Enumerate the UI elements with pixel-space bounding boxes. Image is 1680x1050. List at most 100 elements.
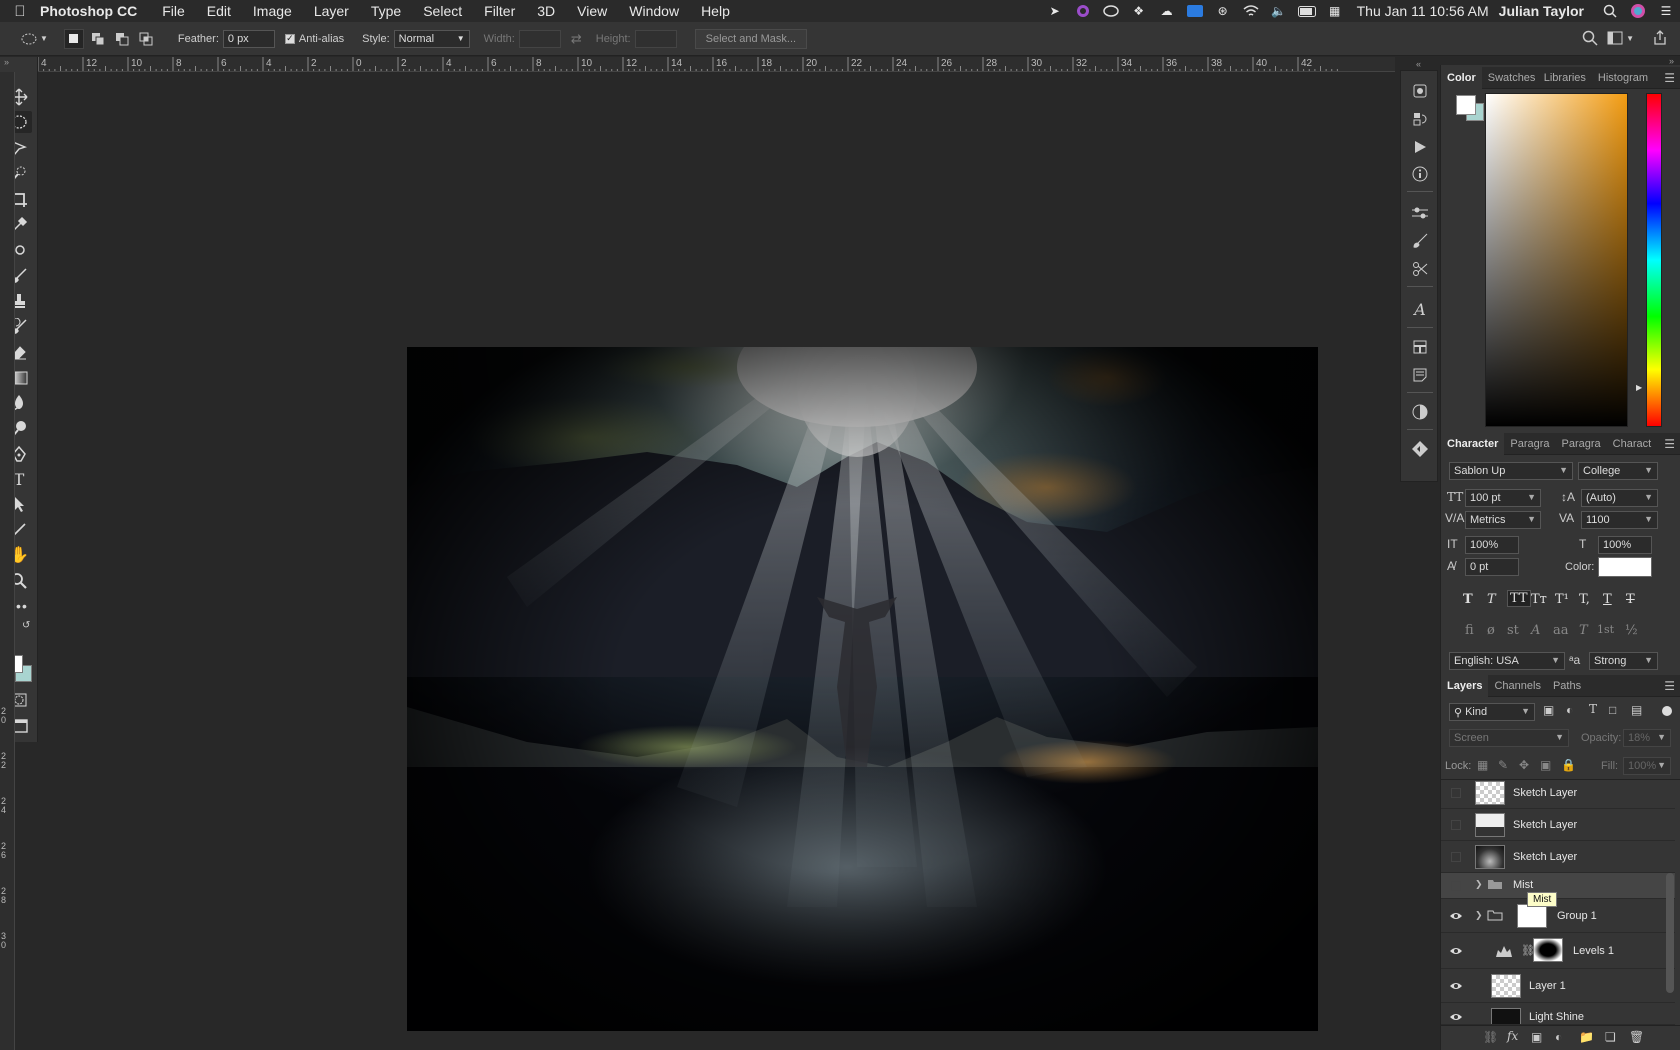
tab-paragraph[interactable]: Paragra <box>1504 438 1555 450</box>
history-panel-icon[interactable] <box>1410 109 1430 129</box>
feather-input[interactable]: 0 px <box>222 29 275 48</box>
chevron-right-icon[interactable]: ❯ <box>1475 879 1483 890</box>
subscript-button[interactable]: T, <box>1579 592 1590 607</box>
add-to-selection-button[interactable] <box>88 29 108 49</box>
visibility-toggle[interactable] <box>1451 851 1461 862</box>
discretionary-ligatures-button[interactable]: st <box>1507 623 1519 638</box>
actions-panel-icon[interactable] <box>1410 137 1430 157</box>
eye-icon[interactable] <box>1449 910 1463 922</box>
layer-row[interactable]: ⛓ Levels 1 <box>1441 933 1675 969</box>
menu-type[interactable]: Type <box>371 3 401 19</box>
filter-type-layers-icon[interactable]: T <box>1589 702 1597 716</box>
search-icon[interactable] <box>1582 30 1598 49</box>
delete-layer-icon[interactable]: 🗑 <box>1629 1030 1644 1044</box>
tab-histogram[interactable]: Histogram <box>1592 72 1648 84</box>
share-icon[interactable] <box>1652 30 1668 49</box>
style-select[interactable]: Normal ▼ <box>393 29 470 48</box>
new-selection-button[interactable] <box>63 28 84 49</box>
extension-panel-icon[interactable] <box>1410 439 1430 459</box>
menubar-user[interactable]: Julian Taylor <box>1499 3 1584 19</box>
vertical-ruler[interactable]: 20 22 24 26 28 30 <box>0 72 15 1050</box>
notes-panel-icon[interactable] <box>1410 365 1430 385</box>
siri-icon[interactable] <box>1629 4 1647 18</box>
brush-settings-panel-icon[interactable] <box>1410 231 1430 251</box>
swash-button[interactable]: A <box>1531 623 1540 638</box>
eye-icon[interactable] <box>1449 1011 1463 1023</box>
stylistic-alternates-button[interactable]: aa <box>1553 623 1569 638</box>
collapse-panel-icon[interactable]: « <box>1416 59 1421 69</box>
strikethrough-button[interactable]: T <box>1626 592 1635 607</box>
location-icon[interactable]: ➤ <box>1046 4 1064 18</box>
link-layers-icon[interactable]: ⛓ <box>1483 1030 1498 1044</box>
tab-paths[interactable]: Paths <box>1547 680 1587 692</box>
add-mask-icon[interactable]: ▣ <box>1531 1030 1542 1044</box>
learn-panel-icon[interactable] <box>1410 81 1430 101</box>
color-field[interactable] <box>1485 93 1628 427</box>
menu-select[interactable]: Select <box>423 3 462 19</box>
lock-position-icon[interactable]: ✥ <box>1519 758 1529 772</box>
keyboard-icon[interactable]: ▦ <box>1326 4 1344 18</box>
font-style-select[interactable]: College ▼ <box>1578 462 1658 480</box>
tab-color[interactable]: Color <box>1441 66 1482 89</box>
bluetooth-icon[interactable]: ⊛ <box>1214 4 1232 18</box>
adjustments-panel-icon[interactable] <box>1410 203 1430 223</box>
tab-swatches[interactable]: Swatches <box>1482 72 1538 84</box>
leading-input[interactable]: (Auto) ▼ <box>1581 489 1658 507</box>
visibility-toggle[interactable] <box>1451 881 1461 891</box>
vpn-icon[interactable] <box>1186 4 1204 18</box>
lock-image-pixels-icon[interactable]: ✎ <box>1498 758 1508 772</box>
panel-menu-icon[interactable]: ☰ <box>1664 437 1675 451</box>
standard-ligatures-button[interactable]: fi <box>1465 623 1474 638</box>
collapse-panel-icon[interactable]: » <box>4 57 9 67</box>
menu-help[interactable]: Help <box>701 3 730 19</box>
filter-shape-layers-icon[interactable]: □ <box>1609 703 1616 717</box>
titling-alternates-button[interactable]: T <box>1579 623 1588 638</box>
tab-libraries[interactable]: Libraries <box>1538 72 1592 84</box>
color-sampler-panel-icon[interactable] <box>1410 402 1430 422</box>
layers-scrollbar[interactable] <box>1666 873 1674 993</box>
subtract-from-selection-button[interactable] <box>112 29 132 49</box>
lock-transparency-icon[interactable]: ▦ <box>1477 758 1488 772</box>
new-group-icon[interactable]: 📁 <box>1579 1030 1594 1044</box>
font-size-input[interactable]: 100 pt ▼ <box>1465 489 1541 507</box>
layer-row[interactable]: Sketch Layer <box>1441 777 1675 809</box>
opacity-input[interactable]: 18% ▼ <box>1623 729 1671 747</box>
workspace-switcher-icon[interactable]: ▼ <box>1607 31 1634 45</box>
volume-icon[interactable]: 🔈 <box>1270 4 1288 18</box>
menu-image[interactable]: Image <box>253 3 292 19</box>
dropbox-icon[interactable]: ❖ <box>1130 4 1148 18</box>
horizontal-scale-input[interactable]: 100% <box>1598 536 1652 554</box>
height-input[interactable] <box>634 29 677 48</box>
menu-window[interactable]: Window <box>629 3 679 19</box>
select-and-mask-button[interactable]: Select and Mask... <box>694 28 808 49</box>
app-menu[interactable]: Photoshop CC <box>40 3 137 19</box>
layer-group-row[interactable]: ❯ Group 1 <box>1441 899 1675 933</box>
tab-channels[interactable]: Channels <box>1488 680 1546 692</box>
layer-style-fx-icon[interactable]: fx <box>1507 1029 1518 1043</box>
filter-adjustment-layers-icon[interactable]: ◐ <box>1566 703 1573 717</box>
wifi-icon[interactable] <box>1242 4 1260 18</box>
character-styles-panel-icon[interactable]: A <box>1410 299 1430 319</box>
cloud-upload-icon[interactable]: ☁ <box>1158 4 1176 18</box>
fractions-button[interactable]: ½ <box>1625 623 1638 638</box>
hue-slider[interactable] <box>1646 93 1662 427</box>
info-panel-icon[interactable] <box>1410 164 1430 184</box>
swap-dimensions-icon[interactable]: ⇄ <box>571 31 582 47</box>
chevron-down-icon[interactable]: ❯ <box>1475 910 1483 921</box>
notification-center-icon[interactable]: ☰ <box>1657 4 1675 18</box>
small-caps-button[interactable]: Tт <box>1531 592 1547 607</box>
layer-row[interactable]: Light Shine <box>1441 1003 1675 1025</box>
lock-all-icon[interactable]: 🔒 <box>1561 758 1576 772</box>
new-adjustment-layer-icon[interactable]: ◐ <box>1555 1030 1562 1044</box>
tab-layers[interactable]: Layers <box>1441 674 1489 697</box>
lock-artboard-icon[interactable]: ▣ <box>1540 758 1551 772</box>
intersect-selection-button[interactable] <box>136 29 156 49</box>
width-input[interactable] <box>518 29 561 48</box>
document-canvas[interactable] <box>38 72 1395 1050</box>
fill-input[interactable]: 100% ▼ <box>1623 757 1671 775</box>
anti-alias-checkbox[interactable]: ✓ Anti-alias <box>284 33 344 45</box>
menu-edit[interactable]: Edit <box>207 3 231 19</box>
color-foreground-swatch[interactable] <box>1456 95 1476 115</box>
artwork-image[interactable] <box>407 347 1318 1031</box>
text-color-swatch[interactable] <box>1598 557 1652 577</box>
